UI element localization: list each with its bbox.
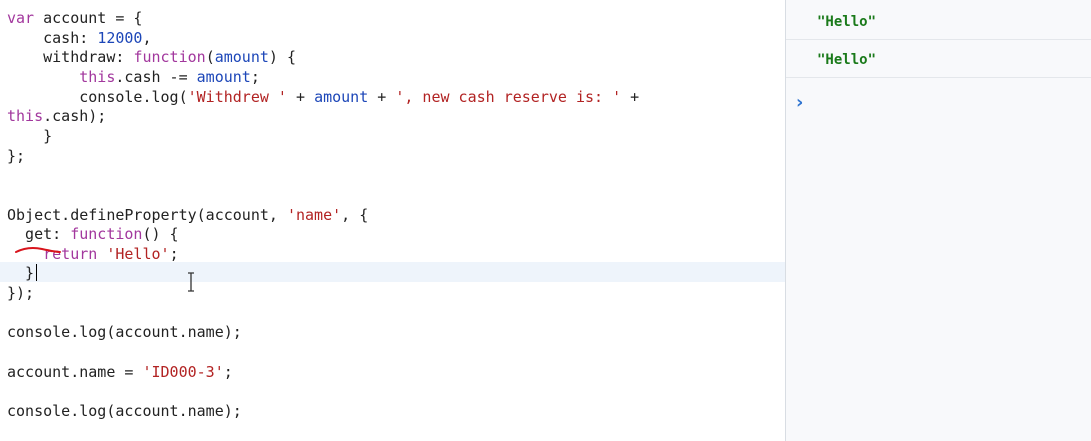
- code-token: function: [133, 48, 206, 67]
- code-token: , {: [341, 205, 369, 224]
- code-token: ;: [223, 362, 233, 381]
- code-line[interactable]: console.log(account.name);: [7, 322, 242, 342]
- code-line[interactable]: account.name = 'ID000-3';: [7, 362, 233, 382]
- code-token: 'Withdrew ': [187, 87, 287, 106]
- code-token: account = {: [34, 9, 143, 27]
- code-token: this: [79, 67, 116, 86]
- code-token: amount: [196, 67, 251, 86]
- code-token: () {: [142, 225, 179, 244]
- code-token: this: [7, 107, 44, 126]
- code-line[interactable]: }: [7, 263, 34, 283]
- code-token: amount: [214, 48, 269, 67]
- code-token: function: [70, 225, 143, 244]
- code-editor[interactable]: var account = { cash: 12000, withdraw: f…: [0, 0, 785, 441]
- code-token: 12000: [97, 28, 143, 47]
- code-token: 'name': [286, 205, 342, 224]
- code-token: .cash);: [43, 107, 107, 126]
- code-token: ', new cash reserve is: ': [395, 87, 622, 106]
- code-line[interactable]: console.log(account.name);: [7, 401, 242, 421]
- chevron-right-icon[interactable]: ›: [796, 94, 810, 112]
- code-token: account.name =: [7, 362, 143, 381]
- code-token: ;: [250, 67, 260, 86]
- code-line[interactable]: }: [7, 126, 52, 146]
- code-token: (: [205, 48, 215, 67]
- code-line[interactable]: var account = {: [7, 8, 142, 28]
- code-token: Object.defineProperty(account,: [7, 205, 287, 224]
- red-underline-annotation: [15, 247, 61, 253]
- console-output-row: "Hello": [786, 2, 1091, 40]
- code-line[interactable]: get: function() {: [7, 224, 179, 244]
- code-line[interactable]: cash: 12000,: [7, 28, 152, 48]
- code-token: ,: [142, 28, 152, 47]
- code-token: }: [7, 126, 53, 145]
- code-line[interactable]: Object.defineProperty(account, 'name', {: [7, 205, 368, 225]
- code-line[interactable]: this.cash -= amount;: [7, 67, 260, 87]
- console-panel: "Hello" "Hello" ›: [785, 0, 1091, 441]
- code-token: cash:: [7, 28, 98, 47]
- code-token: console.log(: [7, 87, 188, 106]
- code-token: +: [286, 87, 315, 106]
- console-output-text: "Hello": [817, 14, 877, 30]
- code-token: console.log(account.name);: [7, 323, 242, 342]
- code-token: ;: [169, 244, 179, 263]
- code-token: .cash -=: [115, 67, 197, 86]
- code-token: }: [7, 264, 35, 283]
- code-token: withdraw:: [7, 48, 134, 67]
- code-line[interactable]: withdraw: function(amount) {: [7, 47, 296, 67]
- code-token: 'Hello': [106, 244, 170, 263]
- code-token: +: [368, 87, 396, 106]
- code-token: ) {: [268, 48, 296, 67]
- console-output-row: "Hello": [786, 40, 1091, 78]
- code-line[interactable]: console.log('Withdrew ' + amount + ', ne…: [7, 87, 639, 107]
- code-token: get:: [7, 225, 71, 244]
- active-line-highlight: [0, 262, 785, 282]
- code-token: 'ID000-3': [142, 362, 224, 381]
- code-token: +: [621, 87, 640, 106]
- code-token: amount: [314, 87, 369, 106]
- code-token: });: [7, 284, 35, 303]
- code-line[interactable]: });: [7, 283, 34, 303]
- code-token: var: [7, 9, 35, 27]
- code-line[interactable]: this.cash);: [7, 106, 106, 126]
- code-line[interactable]: };: [7, 146, 25, 166]
- ibeam-cursor-icon: [188, 272, 194, 292]
- code-token: };: [7, 146, 26, 165]
- console-output-text: "Hello": [817, 52, 877, 68]
- code-token: console.log(account.name);: [7, 402, 242, 420]
- text-caret: [36, 264, 37, 281]
